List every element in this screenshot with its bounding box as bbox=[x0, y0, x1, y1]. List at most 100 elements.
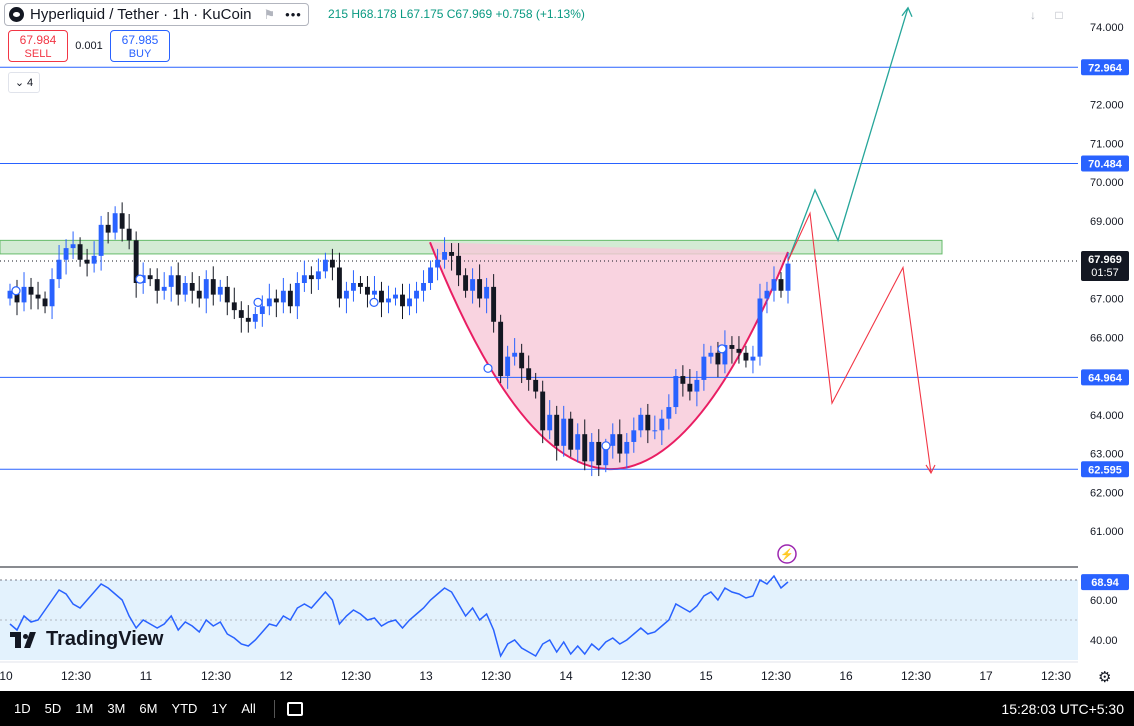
candle-body bbox=[491, 286, 497, 322]
buy-button[interactable]: 67.985 BUY bbox=[110, 30, 170, 62]
range-5d[interactable]: 5D bbox=[45, 701, 62, 716]
candle-body bbox=[28, 286, 34, 295]
candle bbox=[238, 301, 244, 333]
candle-body bbox=[343, 290, 349, 299]
range-1y[interactable]: 1Y bbox=[211, 701, 227, 716]
price-tick-label: 61.000 bbox=[1090, 526, 1124, 538]
candle-body bbox=[610, 434, 616, 446]
price-tick-label: 67.000 bbox=[1090, 294, 1124, 306]
dividend-marker-icon bbox=[483, 363, 493, 373]
price-tick-label: 71.000 bbox=[1090, 138, 1124, 150]
candle bbox=[105, 212, 111, 244]
level-price-label: 72.964 bbox=[1088, 62, 1123, 74]
candle-body bbox=[673, 376, 679, 408]
candle-body bbox=[119, 213, 125, 229]
candle-body bbox=[91, 255, 97, 264]
time-tick-label: 16 bbox=[839, 669, 853, 683]
candle-body bbox=[224, 286, 230, 303]
candle-body bbox=[294, 283, 300, 307]
candle bbox=[168, 266, 174, 302]
fullscreen-icon[interactable]: □ bbox=[1055, 8, 1062, 22]
time-tick-label: 11 bbox=[140, 669, 153, 683]
candle-body bbox=[757, 298, 763, 357]
candle bbox=[224, 276, 230, 316]
tradingview-logo: TradingView bbox=[10, 628, 163, 651]
candle-body bbox=[196, 290, 202, 299]
candle-body bbox=[357, 283, 363, 287]
range-3m[interactable]: 3M bbox=[107, 701, 125, 716]
candle-body bbox=[519, 352, 525, 369]
candle-body bbox=[175, 275, 181, 295]
price-tick-label: 63.000 bbox=[1090, 449, 1124, 461]
candle-body bbox=[42, 298, 48, 307]
candle-body bbox=[112, 213, 118, 233]
dividend-marker-icon bbox=[717, 344, 727, 354]
range-all[interactable]: All bbox=[241, 701, 255, 716]
candle bbox=[357, 276, 363, 294]
candle-body bbox=[764, 290, 770, 299]
candle-body bbox=[273, 298, 279, 303]
candle-body bbox=[533, 379, 539, 392]
candle-body bbox=[315, 271, 321, 280]
candle-body bbox=[154, 279, 160, 291]
download-icon[interactable]: ↓ bbox=[1030, 8, 1036, 22]
candle-body bbox=[393, 294, 398, 299]
candle bbox=[350, 270, 356, 302]
candle bbox=[21, 272, 27, 312]
candle-body bbox=[231, 302, 237, 311]
indicators-toggle-button[interactable]: ⌄ 4 bbox=[8, 72, 40, 93]
buy-label: BUY bbox=[128, 48, 152, 60]
candle-body bbox=[329, 259, 335, 268]
candle-body bbox=[161, 286, 167, 291]
sell-button[interactable]: 67.984 SELL bbox=[8, 30, 68, 62]
candle bbox=[280, 277, 286, 314]
dividend-marker-icon bbox=[601, 441, 611, 451]
time-tick-label: 13 bbox=[419, 669, 433, 683]
candle-body bbox=[449, 251, 455, 256]
candle bbox=[750, 345, 756, 374]
symbol-header[interactable]: Hyperliquid / Tether · 1h · KuCoin ⚑ ••• bbox=[4, 3, 309, 26]
dividend-marker-icon bbox=[135, 274, 145, 284]
top-right-icons[interactable]: ↓ □ bbox=[1030, 8, 1063, 22]
candle-body bbox=[210, 279, 216, 295]
candle bbox=[7, 283, 13, 306]
candle-body bbox=[750, 356, 756, 361]
candle bbox=[35, 281, 41, 310]
settings-gear-icon[interactable]: ⚙ bbox=[1098, 668, 1111, 686]
candle-body bbox=[708, 352, 714, 357]
candle bbox=[315, 258, 321, 290]
dividend-marker-icon bbox=[369, 297, 379, 307]
candle bbox=[421, 270, 426, 302]
price-tick-label: 70.000 bbox=[1090, 177, 1124, 189]
candle-body bbox=[498, 321, 504, 377]
candle-body bbox=[168, 275, 174, 287]
range-1d[interactable]: 1D bbox=[14, 701, 31, 716]
candle-body bbox=[582, 434, 588, 462]
more-dots-icon[interactable]: ••• bbox=[285, 7, 302, 22]
candle-body bbox=[414, 290, 419, 299]
candle bbox=[379, 281, 384, 318]
candle bbox=[245, 305, 251, 333]
candle-body bbox=[477, 279, 483, 299]
flag-icon[interactable]: ⚑ bbox=[264, 7, 276, 23]
range-1m[interactable]: 1M bbox=[75, 701, 93, 716]
range-6m[interactable]: 6M bbox=[139, 701, 157, 716]
time-tick-label: 12:30 bbox=[201, 669, 231, 683]
candle bbox=[154, 268, 160, 304]
chart-canvas[interactable]: 74.00073.00072.00071.00070.00069.00068.0… bbox=[0, 0, 1134, 691]
candle-body bbox=[743, 352, 749, 361]
range-ytd[interactable]: YTD bbox=[171, 701, 197, 716]
candle-body bbox=[217, 286, 223, 295]
candle bbox=[196, 276, 202, 308]
candle-body bbox=[701, 356, 707, 380]
candle bbox=[98, 215, 104, 271]
cup-pattern-layer bbox=[429, 241, 789, 471]
candle bbox=[301, 260, 307, 292]
candle-body bbox=[63, 248, 69, 260]
calendar-icon[interactable] bbox=[286, 701, 303, 716]
candle-body bbox=[589, 441, 595, 462]
candle bbox=[42, 291, 48, 314]
candle bbox=[49, 268, 55, 320]
candle-body bbox=[547, 414, 553, 431]
candle bbox=[294, 272, 300, 320]
